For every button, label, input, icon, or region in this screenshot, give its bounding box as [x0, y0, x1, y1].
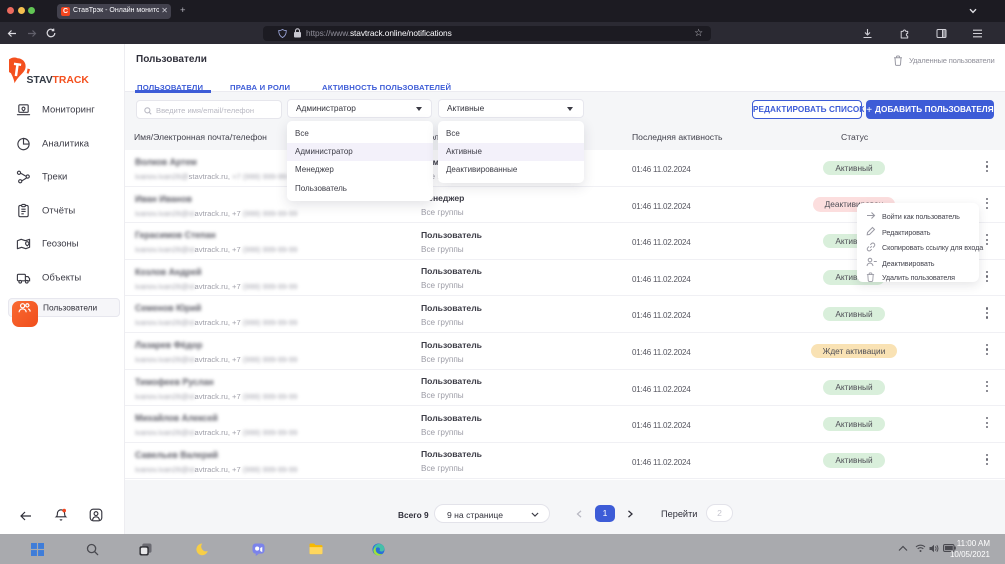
svg-text:TRACK: TRACK: [53, 75, 90, 86]
svg-text:STAV: STAV: [27, 75, 53, 86]
